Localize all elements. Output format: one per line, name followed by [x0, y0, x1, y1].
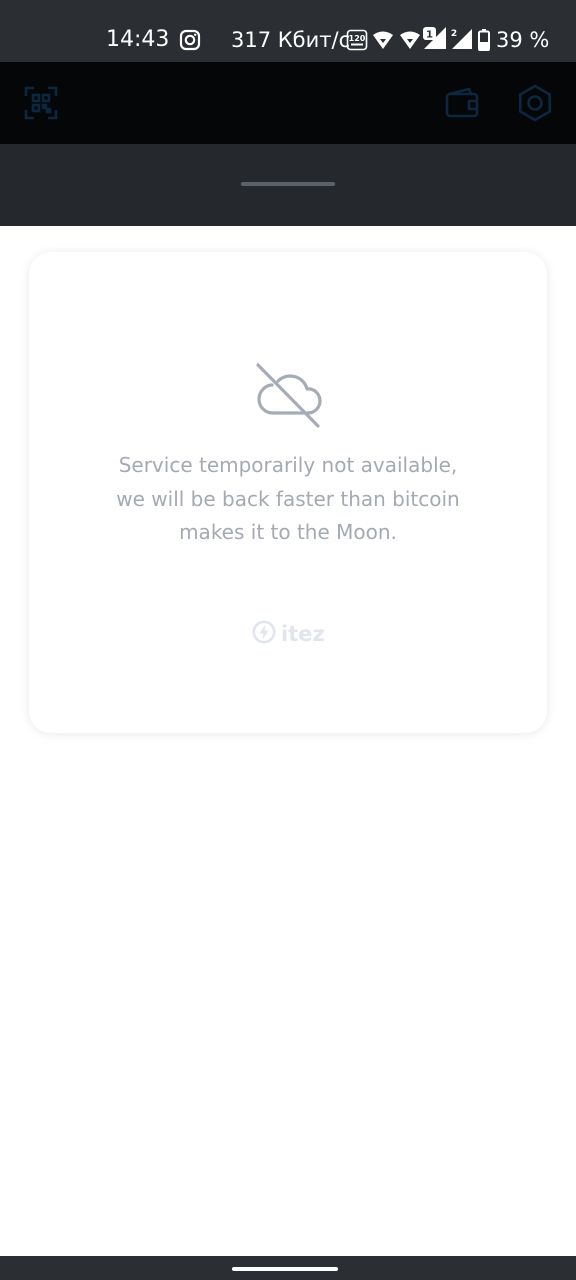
battery-level: 39 %: [496, 28, 550, 52]
wallet-icon[interactable]: [445, 87, 479, 122]
settings-icon[interactable]: [516, 84, 554, 126]
signal-icon: 1: [422, 26, 448, 54]
message-line: makes it to the Moon.: [179, 520, 397, 544]
network-speed: 317 Кбит/с: [231, 28, 351, 52]
cloud-off-icon: [250, 360, 326, 434]
lightning-circle-icon: [252, 620, 276, 648]
instagram-icon: [179, 29, 201, 55]
app-header: [0, 62, 576, 144]
svg-text:2: 2: [451, 29, 457, 39]
brand-logo: itez: [252, 619, 325, 649]
wifi-icon: [372, 30, 394, 54]
message-line: we will be back faster than bitcoin: [116, 486, 460, 511]
service-message: Service temporarily not available, we wi…: [60, 449, 516, 550]
home-indicator[interactable]: [232, 1267, 338, 1271]
navigation-bar: [0, 1256, 576, 1280]
status-bar: 14:43 317 Кбит/с 120 1 2 39 %: [0, 0, 576, 62]
battery-icon: [478, 29, 490, 55]
sheet-header: [0, 144, 576, 226]
qr-scan-icon[interactable]: [24, 86, 58, 124]
clock: 14:43: [106, 27, 170, 52]
120hz-icon: 120: [346, 29, 368, 55]
message-line: Service temporarily not available,: [118, 453, 458, 477]
svg-text:1: 1: [426, 30, 433, 41]
svg-text:120: 120: [349, 34, 366, 43]
wifi-icon: [399, 30, 421, 54]
brand-name: itez: [281, 622, 325, 646]
signal-icon: 2: [450, 26, 474, 54]
sheet-drag-handle[interactable]: [241, 182, 335, 186]
